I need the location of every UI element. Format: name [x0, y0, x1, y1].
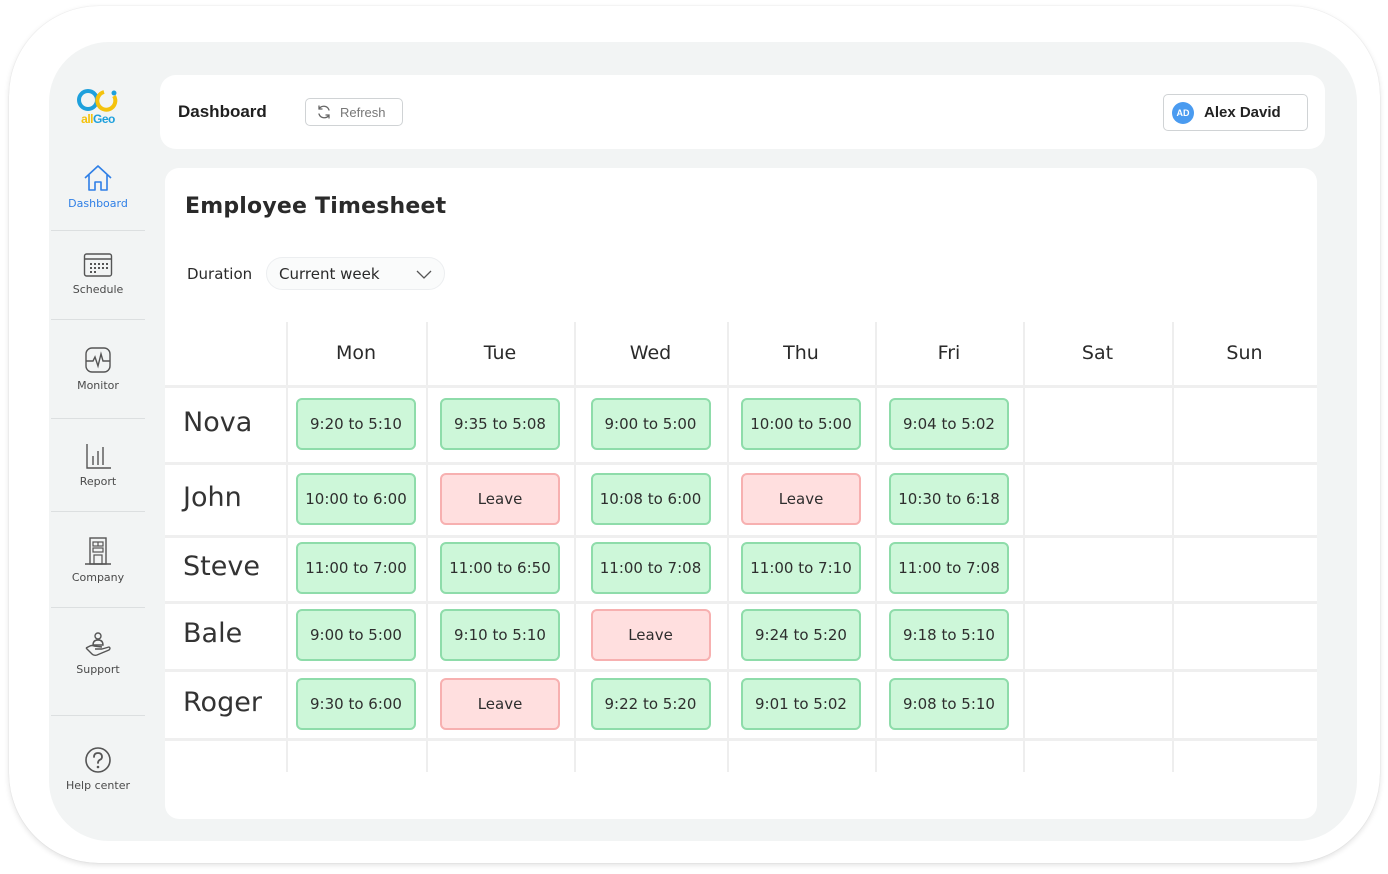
day-header-mon: Mon	[335, 342, 377, 364]
sidebar-item-label: Help center	[66, 779, 130, 792]
sidebar-item-label: Company	[71, 571, 125, 584]
user-name: Alex David	[1204, 104, 1281, 121]
sidebar-item-support[interactable]: Support	[51, 630, 145, 676]
grid-column-divider	[574, 322, 576, 772]
duration-value: Current week	[279, 264, 380, 283]
sidebar-item-report[interactable]: Report	[51, 442, 145, 488]
employee-name: Steve	[183, 551, 260, 582]
hand-person-icon	[85, 632, 111, 657]
duration-label: Duration	[187, 265, 253, 283]
monitor-pulse-icon	[85, 347, 111, 373]
page-title: Dashboard	[178, 102, 267, 121]
day-header-sat: Sat	[1081, 342, 1114, 364]
grid-column-divider	[727, 322, 729, 772]
grid-row-divider	[165, 535, 1317, 538]
grid-row-divider	[165, 669, 1317, 672]
sidebar-item-monitor[interactable]: Monitor	[51, 346, 145, 392]
shift-time-cell[interactable]: 11:00 to 6:50	[440, 542, 560, 594]
sidebar-item-help-center[interactable]: Help center	[51, 746, 145, 792]
sidebar-item-label: Support	[76, 663, 120, 676]
shift-time-cell[interactable]: 9:00 to 5:00	[590, 397, 711, 450]
shift-time-cell[interactable]: 9:30 to 6:00	[296, 677, 416, 730]
leave-badge[interactable]: Leave	[440, 472, 560, 525]
day-header-fri: Fri	[937, 342, 961, 364]
sidebar-item-company[interactable]: Company	[51, 536, 145, 584]
shift-time-cell[interactable]: 9:24 to 5:20	[741, 609, 861, 661]
avatar: AD	[1172, 101, 1194, 124]
timesheet-card: Employee Timesheet Duration Current week…	[165, 168, 1317, 819]
shift-time-cell[interactable]: 11:00 to 7:10	[741, 542, 861, 594]
shift-time-cell[interactable]: 9:00 to 5:00	[296, 609, 416, 661]
sidebar-item-dashboard[interactable]: Dashboard	[51, 152, 145, 230]
grid-row-divider	[165, 385, 1317, 388]
grid-column-divider	[1172, 322, 1174, 772]
building-icon	[85, 537, 111, 565]
refresh-button[interactable]: Refresh	[305, 98, 403, 126]
divider	[51, 607, 145, 608]
divider	[51, 319, 145, 320]
shift-time-cell[interactable]: 10:00 to 5:00	[741, 397, 861, 450]
shift-time-cell[interactable]: 9:01 to 5:02	[741, 677, 861, 730]
app-screen: allGeo Dashboard Schedule Monitor Report…	[49, 42, 1357, 841]
shift-time-cell[interactable]: 9:10 to 5:10	[440, 609, 560, 661]
divider	[51, 418, 145, 419]
logo-text: allGeo	[81, 112, 115, 126]
shift-time-cell[interactable]: 10:30 to 6:18	[889, 472, 1009, 525]
timesheet-grid: Mon Tue Wed Thu Fri Sat Sun Nova 9:20 to 5:10 9:3…	[165, 322, 1317, 772]
day-header-wed: Wed	[629, 342, 672, 364]
shift-time-cell[interactable]: 9:35 to 5:08	[440, 397, 560, 450]
leave-badge[interactable]: Leave	[440, 677, 560, 730]
duration-select[interactable]: Current week	[266, 257, 445, 290]
leave-badge[interactable]: Leave	[741, 472, 861, 525]
grid-column-divider	[426, 322, 428, 772]
sidebar-item-label: Dashboard	[68, 197, 128, 210]
calendar-icon	[83, 253, 113, 277]
employee-name: Roger	[183, 686, 262, 718]
sidebar-item-label: Schedule	[72, 283, 124, 296]
divider	[51, 715, 145, 716]
grid-column-divider	[1023, 322, 1025, 772]
shift-time-cell[interactable]: 9:20 to 5:10	[296, 397, 416, 450]
shift-time-cell[interactable]: 9:22 to 5:20	[590, 677, 711, 730]
chevron-down-icon	[416, 270, 432, 279]
grid-row-divider	[165, 462, 1317, 465]
logo-icon	[77, 89, 118, 112]
divider	[51, 511, 145, 512]
refresh-icon	[318, 105, 330, 119]
grid-row-divider	[165, 738, 1317, 741]
employee-name: Bale	[183, 618, 243, 649]
grid-column-divider	[286, 322, 288, 772]
shift-time-cell[interactable]: 9:08 to 5:10	[889, 677, 1009, 730]
employee-name: Nova	[183, 406, 253, 438]
employee-name: John	[183, 481, 242, 513]
shift-time-cell[interactable]: 10:00 to 6:00	[296, 472, 416, 525]
help-circle-icon	[85, 747, 111, 773]
shift-time-cell[interactable]: 10:08 to 6:00	[590, 472, 711, 525]
top-bar: Dashboard Refresh AD Alex David	[160, 75, 1325, 149]
sidebar: allGeo Dashboard Schedule Monitor Report…	[49, 42, 149, 841]
refresh-label: Refresh	[340, 104, 386, 120]
timesheet-title: Employee Timesheet	[185, 194, 447, 219]
sidebar-item-label: Monitor	[77, 379, 119, 392]
shift-time-cell[interactable]: 11:00 to 7:00	[296, 542, 416, 594]
day-header-sun: Sun	[1226, 342, 1263, 364]
shift-time-cell[interactable]: 11:00 to 7:08	[590, 542, 711, 594]
shift-time-cell[interactable]: 11:00 to 7:08	[889, 542, 1009, 594]
grid-row-divider	[165, 601, 1317, 604]
device-frame: allGeo Dashboard Schedule Monitor Report…	[9, 6, 1380, 863]
allgeo-logo[interactable]: allGeo	[76, 88, 120, 128]
sidebar-item-label: Report	[79, 475, 117, 488]
home-icon	[84, 165, 112, 191]
grid-column-divider	[875, 322, 877, 772]
day-header-thu: Thu	[783, 342, 819, 364]
leave-badge[interactable]: Leave	[590, 609, 711, 661]
sidebar-item-schedule[interactable]: Schedule	[51, 252, 145, 296]
shift-time-cell[interactable]: 9:04 to 5:02	[889, 397, 1009, 450]
bar-chart-icon	[86, 444, 111, 469]
user-menu-button[interactable]: AD Alex David	[1163, 94, 1308, 131]
shift-time-cell[interactable]: 9:18 to 5:10	[889, 609, 1009, 661]
divider	[51, 230, 145, 231]
day-header-tue: Tue	[483, 342, 517, 364]
